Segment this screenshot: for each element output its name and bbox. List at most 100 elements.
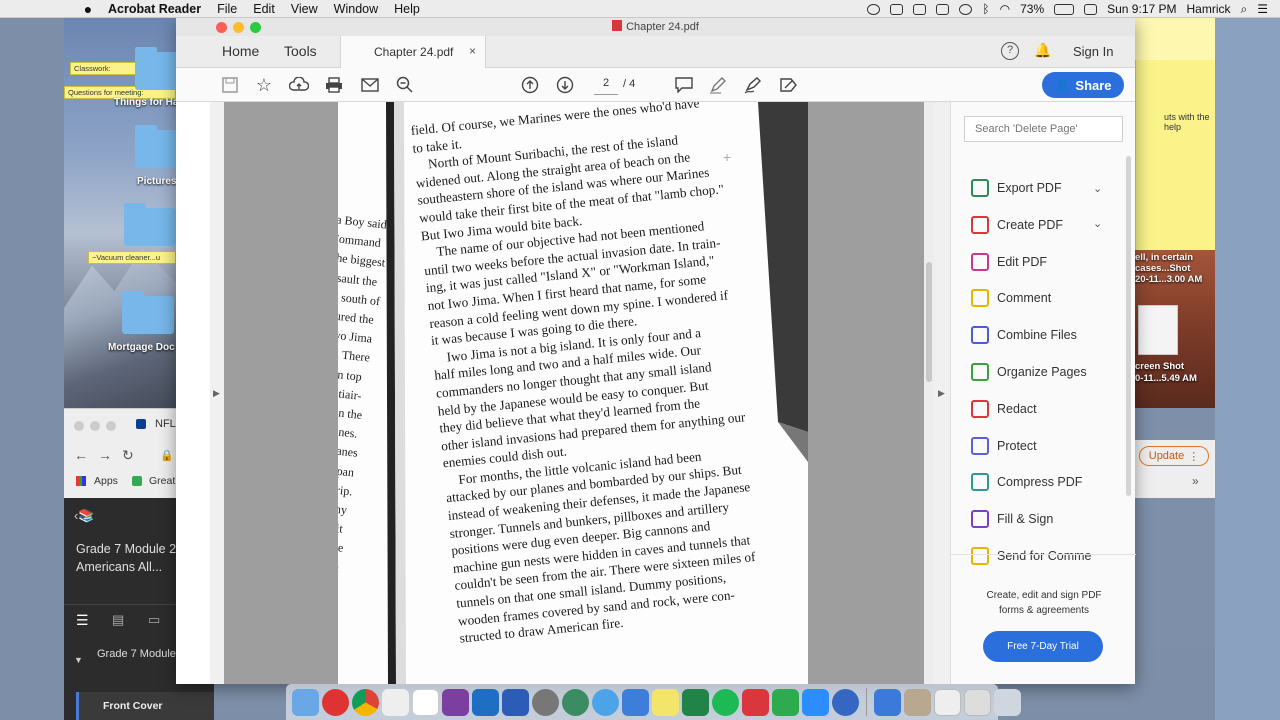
apple-icon[interactable]: ● [80,1,96,17]
module-item[interactable]: Grade 7 Module 2 [97,648,185,660]
powerpoint-icon[interactable] [322,688,349,716]
expand-left-pane-icon[interactable]: ▶ [213,388,220,399]
back-icon[interactable]: ← [74,447,88,463]
library-back-icon[interactable]: ‹📚 [74,508,95,524]
wifi-icon[interactable]: ◠ [1000,2,1010,16]
facetime-icon[interactable] [772,688,799,716]
excel-icon[interactable] [682,688,709,716]
page-up-icon[interactable] [520,75,540,95]
tab-title[interactable]: NFL [155,418,176,430]
zoom-button[interactable] [106,421,116,431]
desktop-note[interactable]: ~Vacuum cleaner...u [88,251,176,264]
reload-icon[interactable]: ↻ [122,447,134,464]
fill-sign-icon[interactable] [779,75,799,95]
tool-item[interactable]: Compress PDF [971,470,1082,494]
tool-item[interactable]: Fill & Sign [971,507,1053,531]
trash-icon[interactable] [994,688,1021,716]
menu-view[interactable]: View [291,2,318,16]
document-stack-icon[interactable] [904,688,931,716]
finder-icon[interactable] [292,688,319,716]
stickies-icon[interactable] [652,688,679,716]
minimize-button[interactable] [233,22,244,33]
chevron-down-icon[interactable]: ⌄ [1093,217,1102,230]
vertical-scrollbar[interactable] [924,102,934,684]
collapse-right-pane-icon[interactable]: ▶ [938,388,945,399]
save-icon[interactable] [220,75,240,95]
acrobat-icon[interactable] [742,688,769,716]
front-cover-item[interactable]: Front Cover [76,692,214,720]
app-status-icon[interactable] [936,3,950,15]
close-button[interactable] [216,22,227,33]
outlook-icon[interactable] [472,688,499,716]
document-tab[interactable]: Chapter 24.pdf × [340,36,486,68]
word-icon[interactable] [502,688,529,716]
email-icon[interactable] [360,75,380,95]
highlight-pen-icon[interactable] [708,75,728,95]
minimize-button[interactable] [90,421,100,431]
help-icon[interactable]: ? [1001,42,1019,60]
tool-item[interactable]: Redact [971,397,1037,421]
screenshot-file-icon[interactable] [1138,305,1178,355]
app-icon[interactable] [562,688,589,716]
zoom-icon[interactable] [802,688,829,716]
chevron-right-icon[interactable]: » [1192,474,1199,488]
folder-icon[interactable] [122,291,174,334]
upload-icon[interactable] [289,75,309,95]
folder-icon[interactable] [124,203,176,246]
page-icon[interactable]: ▤ [112,612,124,628]
app-menu[interactable]: Acrobat Reader [108,2,201,16]
downloads-icon[interactable] [874,688,901,716]
tool-item[interactable]: Organize Pages [971,360,1087,384]
star-icon[interactable]: ☆ [254,75,274,95]
bookmark-great[interactable]: Great [149,475,175,487]
notes-icon[interactable] [382,688,409,716]
calendar-icon[interactable] [412,688,439,716]
list-icon[interactable]: ☰ [76,612,89,629]
tool-item[interactable]: Send for Comme [971,544,1091,568]
bell-icon[interactable]: 🔔 [1034,42,1051,59]
tool-item[interactable]: Combine Files [971,323,1077,347]
tool-item[interactable]: Create PDF [971,213,1063,237]
record-icon[interactable] [867,3,881,15]
screenshot-stack-icon[interactable] [934,688,961,716]
menu-edit[interactable]: Edit [253,2,275,16]
user-name[interactable]: Hamrick [1187,2,1231,16]
scrollbar-thumb[interactable] [926,262,932,382]
update-button[interactable]: Update ⋮ [1139,446,1209,466]
spotify-icon[interactable] [712,688,739,716]
sign-in-link[interactable]: Sign In [1073,44,1113,59]
page-number-input[interactable]: 2 [594,77,618,95]
home-tab[interactable]: Home [222,43,259,59]
zoom-status-icon[interactable] [913,3,927,15]
comment-icon[interactable]: ▭ [148,612,160,628]
onenote-icon[interactable] [442,688,469,716]
tool-item[interactable]: Export PDF [971,176,1062,200]
messages-icon[interactable] [592,688,619,716]
clock[interactable]: Sun 9:17 PM [1107,2,1176,16]
tools-scrollbar[interactable] [1126,156,1131,496]
sticky-note[interactable]: uts with the help [1135,60,1215,250]
expand-icon[interactable]: ▼ [74,655,83,665]
menu-help[interactable]: Help [394,2,420,16]
sync-icon[interactable] [959,3,973,15]
chevron-down-icon[interactable]: ⌄ [1093,182,1102,195]
free-trial-button[interactable]: Free 7-Day Trial [983,631,1103,662]
quicktime-icon[interactable] [832,688,859,716]
close-button[interactable] [74,421,84,431]
zoom-button[interactable] [250,22,261,33]
screen-icon[interactable] [890,3,904,15]
screenshot-stack-icon[interactable] [964,688,991,716]
page-down-icon[interactable] [555,75,575,95]
close-tab-icon[interactable]: × [469,44,476,58]
tool-item[interactable]: Edit PDF [971,250,1047,274]
bluetooth-icon[interactable]: ᛒ [982,2,989,16]
system-preferences-icon[interactable] [532,688,559,716]
preview-icon[interactable] [622,688,649,716]
spotlight-icon[interactable]: ⌕ [1241,2,1248,17]
sign-icon[interactable] [743,75,763,95]
share-button[interactable]: 👤 Share [1042,72,1124,98]
tool-item[interactable]: Protect [971,434,1037,458]
zoom-search-icon[interactable] [395,75,415,95]
tool-item[interactable]: Comment [971,286,1051,310]
menu-window[interactable]: Window [334,2,378,16]
